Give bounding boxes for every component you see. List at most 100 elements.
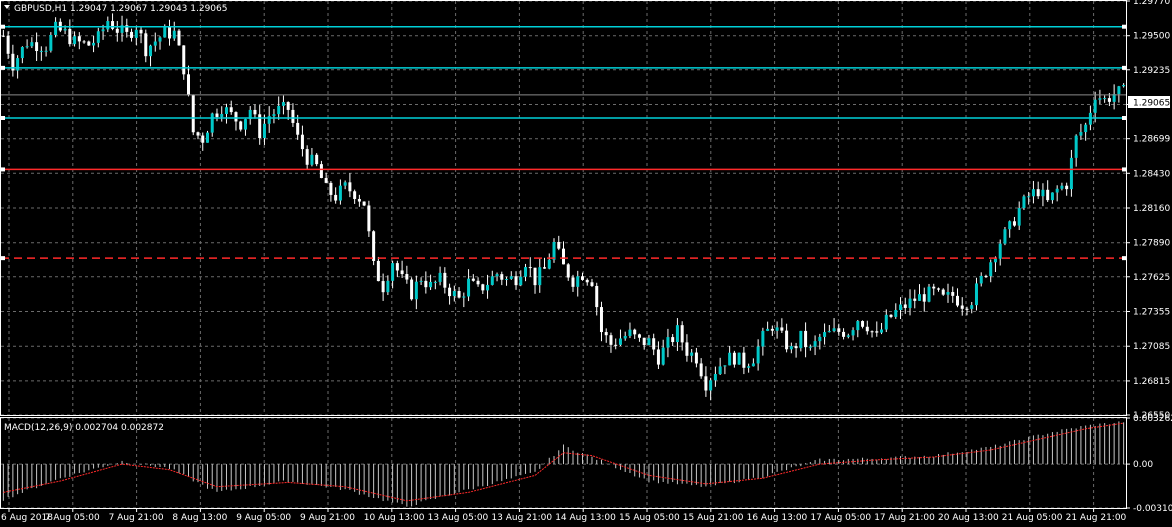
candle-bear	[329, 182, 333, 195]
candle-bear	[599, 307, 603, 333]
candle-bear	[319, 164, 323, 179]
candle-bear	[562, 248, 565, 265]
time-tick-label: 10 Aug 13:00	[364, 513, 425, 523]
line-handle[interactable]	[1, 256, 5, 261]
candle-bull	[713, 374, 717, 381]
candle-bull	[25, 46, 29, 48]
candle-bull	[243, 119, 247, 130]
candle-bear	[139, 29, 143, 34]
candle-bear	[1065, 185, 1069, 190]
time-axis: 6 Aug 20187 Aug 05:00 7 Aug 21:00 8 Aug 13…	[1, 508, 1127, 523]
candle-bear	[875, 331, 879, 333]
time-tick-label: 14 Aug 13:00	[555, 513, 616, 523]
line-handle[interactable]	[1122, 65, 1126, 70]
candle-bull	[1103, 98, 1107, 100]
chart-svg[interactable]: 1.297701.295001.292351.289651.286991.284…	[0, 0, 1172, 527]
candle-bull	[490, 276, 494, 285]
candle-bull	[1027, 196, 1031, 198]
line-handle[interactable]	[1, 24, 5, 29]
candle-bull	[846, 335, 850, 337]
candle-bull	[172, 30, 176, 39]
candle-bull	[1093, 99, 1097, 113]
line-handle[interactable]	[1122, 256, 1126, 261]
candle-bull	[894, 310, 898, 317]
horizontal-lines[interactable]	[1, 24, 1126, 261]
candle-bear	[642, 337, 646, 346]
time-tick-label: 13 Aug 05:00	[428, 513, 489, 523]
candle-bull	[519, 276, 523, 286]
candle-bull	[993, 258, 997, 263]
candle-bear	[481, 284, 485, 291]
main-grid	[1, 0, 1126, 416]
candle-bull	[224, 107, 228, 115]
candle-bear	[87, 41, 91, 46]
candle-bull	[1079, 132, 1083, 136]
candle-bear	[424, 280, 428, 288]
candle-bull	[54, 21, 58, 35]
candle-bull	[505, 278, 509, 280]
candle-bear	[168, 27, 172, 39]
line-handle[interactable]	[1122, 24, 1126, 29]
candle-bear	[77, 36, 81, 42]
candle-bull	[979, 275, 983, 284]
time-tick-label: 15 Aug 21:00	[683, 513, 744, 523]
candle-bear	[405, 274, 409, 280]
candle-bear	[965, 308, 969, 310]
candle-bear	[1036, 189, 1040, 197]
candle-bull	[813, 341, 817, 347]
macd-tick-label: 0.003262	[1133, 414, 1172, 424]
line-handle[interactable]	[1122, 167, 1126, 172]
candle-bull	[998, 243, 1002, 259]
candle-bull	[92, 42, 96, 46]
candle-bull	[1031, 189, 1035, 197]
candle-bull	[723, 365, 727, 367]
time-tick-label: 17 Aug 05:00	[810, 513, 871, 523]
candle-bull	[628, 329, 632, 336]
candle-bear	[590, 282, 594, 286]
price-candles[interactable]	[1, 13, 1126, 401]
line-handle[interactable]	[1122, 116, 1126, 120]
candle-bull	[20, 46, 24, 59]
candle-bull	[808, 346, 812, 348]
candle-bear	[300, 134, 304, 150]
candle-bull	[1060, 185, 1064, 189]
candle-bear	[400, 270, 404, 275]
candle-bull	[438, 272, 442, 282]
candle-bear	[656, 349, 660, 365]
price-tick-label: 1.29770	[1133, 0, 1170, 7]
main-chart-header: GBPUSD,H1 1.29047 1.29067 1.29043 1.2906…	[14, 4, 227, 14]
candle-bull	[690, 352, 694, 356]
candle-bear	[984, 275, 988, 277]
candle-bear	[68, 28, 72, 45]
candle-bear	[732, 352, 736, 365]
candle-bull	[262, 123, 266, 139]
chart-window[interactable]: 1.297701.295001.292351.289651.286991.284…	[0, 0, 1172, 527]
candle-bear	[130, 31, 134, 38]
candle-bear	[234, 112, 238, 122]
line-handle[interactable]	[1, 65, 5, 70]
candle-bull	[49, 34, 53, 51]
candle-bull	[618, 338, 622, 345]
line-handle[interactable]	[1, 116, 5, 120]
candle-bear	[580, 276, 584, 280]
candle-bear	[1, 35, 5, 37]
candle-bull	[799, 330, 803, 349]
candle-bear	[357, 198, 361, 202]
candle-bull	[899, 304, 903, 311]
candle-bear	[476, 280, 480, 285]
candle-bear	[842, 331, 846, 337]
candle-bear	[704, 376, 708, 391]
candle-bull	[766, 328, 770, 331]
candle-bull	[1084, 124, 1088, 133]
candle-bull	[547, 259, 551, 269]
candle-bull	[391, 263, 395, 281]
price-tick-label: 1.28430	[1133, 169, 1170, 179]
candle-bear	[448, 287, 452, 297]
candle-bear	[215, 113, 219, 117]
candle-bear	[960, 305, 964, 309]
candle-bear	[595, 285, 599, 308]
line-handle[interactable]	[1, 167, 5, 172]
candle-bear	[177, 30, 181, 46]
candle-bull	[149, 45, 153, 57]
macd-tick-label: -0.003108	[1133, 504, 1172, 514]
